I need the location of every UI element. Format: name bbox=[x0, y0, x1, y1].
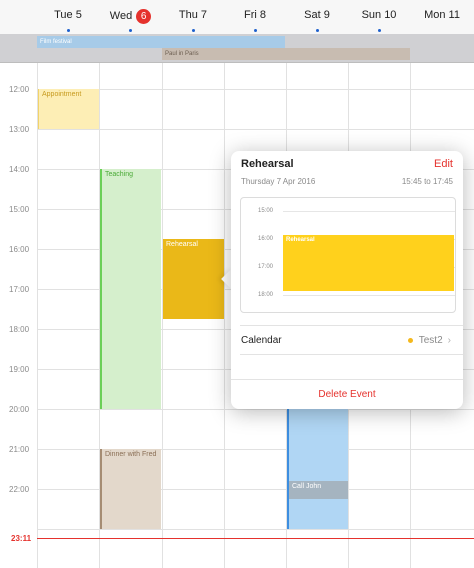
hour-label: 12:00 bbox=[9, 85, 30, 94]
hour-line bbox=[37, 89, 474, 90]
event-dot bbox=[378, 29, 381, 32]
edit-button[interactable]: Edit bbox=[434, 158, 453, 170]
mini-hour-line bbox=[283, 211, 455, 212]
event-rehearsal[interactable]: Rehearsal bbox=[163, 239, 224, 319]
event-paul-in-paris[interactable]: Paul in Paris bbox=[162, 48, 410, 60]
delete-event-button[interactable]: Delete Event bbox=[231, 389, 463, 400]
hour-label: 22:00 bbox=[9, 485, 30, 494]
hour-line bbox=[37, 529, 474, 530]
hour-line bbox=[37, 409, 474, 410]
popover-time-range: 15:45 to 17:45 bbox=[401, 177, 453, 186]
day-wed-label: Wed bbox=[109, 10, 133, 22]
hour-label: 17:00 bbox=[9, 285, 30, 294]
event-dot bbox=[129, 29, 132, 32]
hour-label: 14:00 bbox=[9, 165, 30, 174]
mini-hour-label: 18:00 bbox=[258, 292, 274, 298]
day-column-line bbox=[224, 63, 225, 568]
current-time-line bbox=[37, 538, 474, 539]
today-badge: 6 bbox=[136, 9, 152, 24]
hour-label: 19:00 bbox=[9, 365, 30, 374]
event-dot bbox=[67, 29, 70, 32]
hour-label: 21:00 bbox=[9, 445, 30, 454]
popover-title: Rehearsal bbox=[241, 158, 294, 170]
calendar-value: Test2 bbox=[418, 335, 443, 346]
event-dot bbox=[316, 29, 319, 32]
event-dot bbox=[192, 29, 195, 32]
mini-event-rehearsal: Rehearsal bbox=[283, 235, 454, 291]
popover-divider bbox=[231, 379, 463, 380]
hour-label: 16:00 bbox=[9, 245, 30, 254]
calendar-selector[interactable]: Test2 › bbox=[407, 335, 451, 346]
day-mon[interactable]: Mon 11 bbox=[410, 0, 474, 34]
mini-day-preview: 15:00 16:00 17:00 18:00 Rehearsal bbox=[240, 197, 456, 313]
all-day-strip: Film festival Paul in Paris bbox=[0, 34, 474, 63]
mini-hour-label: 15:00 bbox=[258, 208, 274, 214]
hour-line bbox=[37, 129, 474, 130]
hour-label: 15:00 bbox=[9, 205, 30, 214]
event-film-festival[interactable]: Film festival bbox=[37, 36, 285, 48]
calendar-color-dot bbox=[407, 337, 413, 343]
event-dot bbox=[254, 29, 257, 32]
hour-label: 13:00 bbox=[9, 125, 30, 134]
event-teaching[interactable]: Teaching bbox=[100, 169, 161, 409]
event-blue-block[interactable] bbox=[287, 409, 348, 529]
chevron-right-icon: › bbox=[447, 335, 451, 346]
popover-divider bbox=[240, 354, 463, 355]
popover-date: Thursday 7 Apr 2016 bbox=[241, 177, 316, 186]
mini-hour-line bbox=[283, 295, 455, 296]
calendar-label: Calendar bbox=[241, 335, 282, 346]
hour-label: 20:00 bbox=[9, 405, 30, 414]
event-popover: Rehearsal Edit Thursday 7 Apr 2016 15:45… bbox=[231, 151, 463, 409]
event-appointment[interactable]: Appointment bbox=[38, 89, 99, 129]
week-header: Tue 5 Wed 6 Thu 7 Fri 8 Sat 9 Sun 10 Mon … bbox=[0, 0, 474, 35]
event-call-john[interactable]: Call John bbox=[289, 481, 348, 499]
hour-label: 18:00 bbox=[9, 325, 30, 334]
event-dinner-with-fred[interactable]: Dinner with Fred bbox=[100, 449, 161, 529]
mini-hour-label: 16:00 bbox=[258, 236, 274, 242]
day-column-line bbox=[37, 63, 38, 568]
popover-divider bbox=[240, 325, 463, 326]
mini-hour-label: 17:00 bbox=[258, 264, 274, 270]
current-time-label: 23:11 bbox=[11, 534, 32, 543]
